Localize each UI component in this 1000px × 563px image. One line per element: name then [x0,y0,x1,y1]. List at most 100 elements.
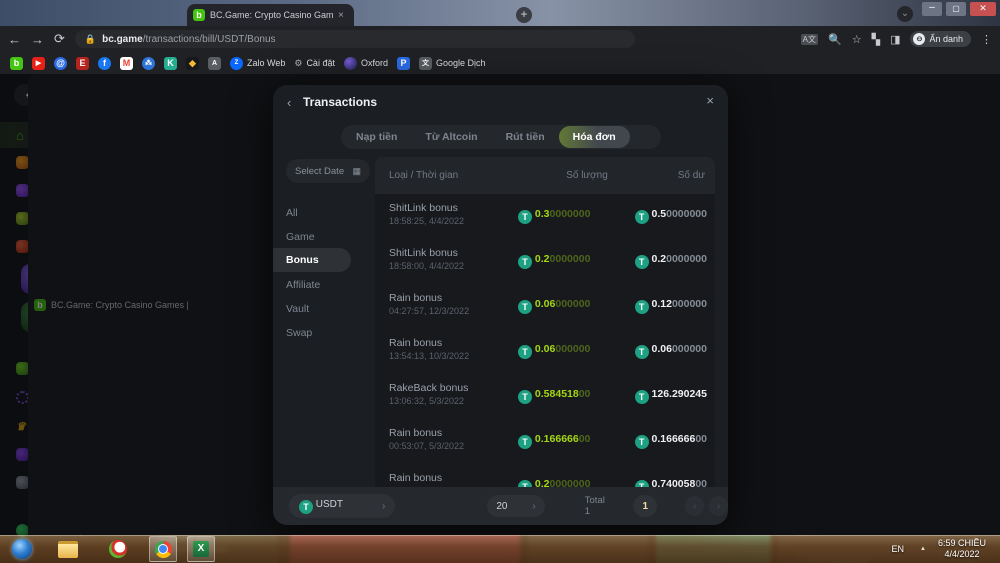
sports-banner[interactable]: EXPERIENCE SPORTS AT BC Go to Sports [152,200,278,307]
prev-page-icon[interactable]: ‹ [685,496,704,516]
page-size-selector[interactable]: 20 › [487,495,544,517]
filter-all[interactable]: All [286,207,298,219]
excel-taskbar-icon[interactable]: X [187,536,215,562]
language-indicator[interactable]: EN [892,544,905,554]
close-window-button[interactable]: ✕ [970,2,996,16]
game-icon-target[interactable] [21,264,51,294]
browser-tab-2-active[interactable]: b BC.Game: Crypto Casino Games | × [187,4,354,26]
like-button[interactable]: ♥ Yêu [838,468,862,478]
sidebar-item-dien-dan[interactable]: Diễn đàn [16,448,80,461]
explorer-taskbar-icon[interactable] [55,537,81,561]
sidebar-item-trang-chu[interactable]: ⌂ Trang chủ [16,128,83,143]
game-icon-gold[interactable] [93,264,123,294]
chat-language-tab[interactable]: Tiếng việt [795,160,846,172]
chevron-right-icon[interactable]: › [960,178,963,189]
bcgame-logo[interactable]: b BC.GAME [185,86,271,102]
zoom-search-icon[interactable]: 🔍 [828,33,842,46]
chat-username[interactable]: Ngọc Bích 89 [830,502,890,513]
mention[interactable]: @SpiderRed [836,300,893,311]
transactions-table[interactable]: ShitLink bonus 18:58:25, 4/4/2022 T 0.30… [375,194,715,487]
bookmark-share-icon[interactable]: ⁂ [142,57,155,70]
share-button[interactable]: ➤ Chia sẻ [906,248,948,259]
chat-username[interactable]: AL_Virgo [830,282,872,293]
carousel-prev-icon[interactable]: ‹ [144,160,160,176]
system-clock[interactable]: 6:59 CHIỀU 4/4/2022 [938,538,986,560]
minimize-button[interactable]: – [922,2,942,16]
select-date-button[interactable]: Select Date ▦ [286,159,370,183]
maximize-button[interactable]: ▢ [946,2,966,16]
bookmark-youtube-icon[interactable]: ▶ [32,57,45,70]
tab-search-chevron-icon[interactable]: ⌄ [897,6,913,22]
bookmark-p-icon[interactable]: P [397,57,410,70]
carrot-game-card[interactable]: g Carrot TP: 96.4... [726,242,778,320]
translate-icon[interactable]: A文 [801,34,818,45]
bet-id[interactable]: ID cược: #4974743366... [852,403,952,413]
chat-close-icon[interactable]: × [984,159,990,171]
sidebar-item-co-che[interactable]: Cơ chế công bằng [16,476,124,489]
avatar[interactable] [800,326,822,348]
game-icon-money[interactable] [57,302,87,332]
notifications-bell-icon[interactable]: 🔔 [730,88,745,102]
chevron-right-icon[interactable]: › [853,161,856,172]
bookmark-translate-icon[interactable]: A [208,57,221,70]
next-page-icon[interactable]: › [709,496,728,516]
bookmark-zalo[interactable]: Z Zalo Web [230,57,285,70]
currency-selector[interactable]: T USDT › [289,494,395,518]
new-tab-button[interactable]: + [516,7,532,23]
bookmark-gmail-icon[interactable]: M [120,57,133,70]
sidebar-item-bc-originals[interactable]: BC Originals › [16,156,97,169]
game-icon-doll[interactable] [93,302,123,332]
bookmark-facebook-icon[interactable]: f [98,57,111,70]
trophy-icon[interactable]: 🏆 [960,159,974,172]
sidebar-item-lien-ket[interactable]: Liên kết [16,391,75,404]
start-button[interactable] [9,537,35,561]
tab-close-icon[interactable]: × [338,10,348,21]
sidebar-item-vip-club[interactable]: ♛ VIP Club [16,419,84,433]
tab-sports[interactable]: Sports [86,89,139,102]
share-button[interactable]: ➤ Chia sẻ [906,468,948,479]
back-chevron-icon[interactable]: ‹ [287,95,291,110]
chrome-taskbar-icon[interactable] [149,536,177,562]
extensions-puzzle-icon[interactable]: ▚ [872,33,880,46]
tab-tu-altcoin[interactable]: Từ Altcoin [411,126,491,148]
reload-icon[interactable]: ⟳ [54,31,65,47]
tab-hoa-don-active[interactable]: Hóa đơn [559,126,630,148]
menu-dots-icon[interactable]: ⋮ [981,33,992,46]
filter-affiliate[interactable]: Affiliate [286,279,320,291]
coccoc-taskbar-icon[interactable] [105,537,131,561]
bookmark-settings[interactable]: ⚙ Cài đặt [294,58,335,69]
bookmark-bcgame-icon[interactable]: b [10,57,23,70]
modal-close-icon[interactable]: × [706,93,714,108]
tab-nap-tien[interactable]: Nạp tiền [342,126,411,148]
bookmark-kucoin-icon[interactable]: K [164,57,177,70]
back-icon[interactable]: ← [8,32,21,47]
bookmark-star-icon[interactable]: ☆ [852,33,862,46]
like-button[interactable]: ♥ Yêu [838,248,862,258]
filter-bonus-active[interactable]: Bonus [286,254,319,266]
bookmark-mail-icon[interactable]: @ [54,57,67,70]
go-to-sports-button[interactable]: Go to Sports [166,257,238,275]
bookmark-e-icon[interactable]: E [76,57,89,70]
filter-swap[interactable]: Swap [286,327,312,339]
url-bar[interactable]: 🔒 bc.game/transactions/bill/USDT/Bonus [75,30,635,48]
blackjack-thumb[interactable] [162,337,192,367]
side-panel-icon[interactable]: ◨ [890,33,900,46]
hamburger-icon[interactable]: ≡ [135,90,141,102]
tab-casino[interactable]: ♠Casino [14,84,86,106]
forward-icon[interactable]: → [31,32,44,47]
bookmark-binance-icon[interactable]: ◆ [186,57,199,70]
game-icon-wheel[interactable] [57,264,87,294]
game-icon-plant[interactable] [21,302,51,332]
sidebar-item-khuyen-mai[interactable]: Khuyến mãi [16,240,98,253]
sidebar-item-song-bac[interactable]: Sòng bạc trực tuyến [16,212,133,225]
bet-id[interactable]: ID cược: #49747433.66... [852,179,955,189]
roulette-side-card[interactable] [726,420,778,535]
chevron-right-icon[interactable]: › [957,402,960,413]
bookmark-google-translate[interactable]: 文 Google Dịch [419,57,486,70]
show-hidden-icons[interactable]: ▲ [920,546,926,552]
avatar[interactable] [800,279,822,301]
chat-toggle-icon[interactable] [758,84,778,104]
filter-game[interactable]: Game [286,231,315,243]
carousel-next-icon[interactable]: › [762,164,778,180]
chat-username[interactable]: Huypolyme [830,328,881,339]
